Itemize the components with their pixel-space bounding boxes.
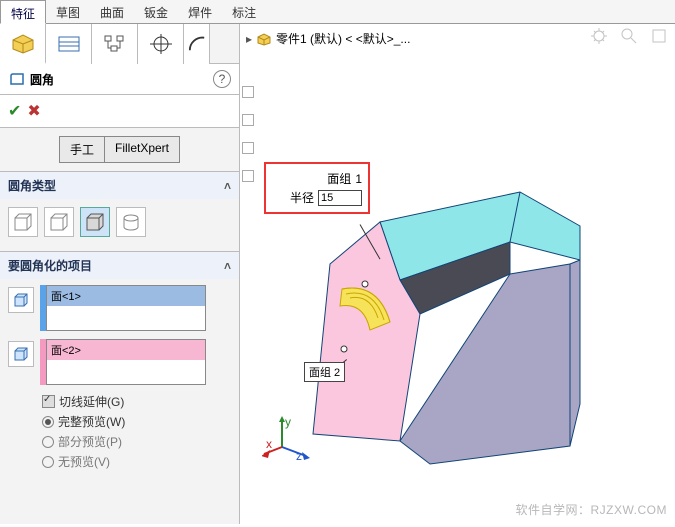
mode-row: 手工 FilletXpert — [0, 128, 239, 171]
opt-none-label: 无预览(V) — [58, 453, 110, 470]
arc-icon — [188, 33, 206, 55]
ribbon-tab-surface[interactable]: 曲面 — [90, 0, 134, 24]
feature-header: 圆角 ? — [0, 64, 239, 95]
fly-icon[interactable] — [242, 142, 254, 154]
radio-icon — [42, 436, 54, 448]
face-select-icon[interactable] — [8, 287, 34, 313]
watermark: 软件自学网：RJZXW.COM — [516, 501, 668, 518]
panel-tab-more[interactable] — [184, 24, 210, 64]
confirm-row: ✔ ✖ — [0, 95, 239, 128]
section-type-label: 圆角类型 — [8, 177, 56, 194]
selection-row-1: 面<1> — [8, 285, 231, 331]
property-panel: 圆角 ? ✔ ✖ 手工 FilletXpert 圆角类型 ˄ — [0, 24, 240, 524]
section-items-label: 要圆角化的项目 — [8, 257, 92, 274]
selection-list-1[interactable]: 面<1> — [46, 285, 206, 331]
type-constant[interactable] — [8, 207, 38, 237]
fly-icon[interactable] — [242, 114, 254, 126]
graphics-viewport[interactable]: ▸ 零件1 (默认) < <默认>_... — [240, 24, 675, 524]
panel-tab-feature[interactable] — [0, 24, 46, 64]
mode-manual[interactable]: 手工 — [59, 136, 104, 163]
list-icon — [55, 33, 83, 55]
breadcrumb[interactable]: ▸ 零件1 (默认) < <默认>_... — [246, 30, 410, 47]
cancel-button[interactable]: ✖ — [27, 101, 40, 121]
opt-full-label: 完整预览(W) — [58, 413, 125, 430]
preview-options: 切线延伸(G) 完整预览(W) 部分预览(P) 无预览(V) — [8, 393, 231, 470]
opt-partial-label: 部分预览(P) — [58, 433, 122, 450]
mode-xpert[interactable]: FilletXpert — [104, 136, 180, 163]
tree-icon — [101, 33, 129, 55]
svg-text:z: z — [296, 449, 302, 462]
ribbon-tab-sheetmetal[interactable]: 钣金 — [134, 0, 178, 24]
cube-icon — [9, 32, 37, 54]
opt-tangent[interactable]: 切线延伸(G) — [42, 393, 231, 410]
crosshair-icon — [147, 33, 175, 55]
fillet-icon — [8, 71, 26, 87]
fly-icon[interactable] — [242, 170, 254, 182]
ribbon-tabs: 特征 草图 曲面 钣金 焊件 标注 — [0, 0, 675, 24]
callout-group-value: 1 — [355, 172, 362, 186]
callout-group-label: 面组 — [327, 170, 351, 187]
search-icon[interactable] — [619, 26, 639, 46]
ribbon-tab-weldment[interactable]: 焊件 — [178, 0, 222, 24]
view-tools — [589, 26, 669, 46]
chevron-up-icon: ˄ — [224, 179, 231, 193]
section-items-head[interactable]: 要圆角化的项目 ˄ — [0, 252, 239, 279]
selected-face-2[interactable]: 面<2> — [47, 340, 205, 360]
ribbon-tab-feature[interactable]: 特征 — [0, 0, 46, 24]
section-items: 要圆角化的项目 ˄ 面<1> — [0, 251, 239, 483]
help-icon[interactable]: ? — [213, 70, 231, 88]
opt-tangent-label: 切线延伸(G) — [59, 393, 124, 410]
callout-radius-label: 半径 — [290, 189, 314, 206]
opt-partial[interactable]: 部分预览(P) — [42, 433, 231, 450]
ok-button[interactable]: ✔ — [8, 101, 21, 121]
face-select-icon[interactable] — [8, 341, 34, 367]
type-variable[interactable] — [44, 207, 74, 237]
section-type: 圆角类型 ˄ — [0, 171, 239, 251]
svg-text:y: y — [285, 415, 291, 429]
callout-radius-input[interactable] — [318, 190, 362, 206]
radio-icon — [42, 416, 54, 428]
face-group-tag[interactable]: 面组 2 — [304, 362, 345, 382]
checkbox-icon — [42, 395, 55, 408]
opt-none[interactable]: 无预览(V) — [42, 453, 231, 470]
breadcrumb-text: 零件1 (默认) < <默认>_... — [276, 30, 410, 47]
part-icon — [256, 32, 272, 46]
fillet-callout[interactable]: 面组 1 半径 — [264, 162, 370, 214]
view-sidebar-icons — [242, 86, 254, 182]
triad-axis-icon: y z x — [262, 412, 312, 462]
fillet-type-row — [8, 205, 231, 241]
chevron-up-icon: ˄ — [224, 259, 231, 273]
feature-title: 圆角 — [30, 71, 54, 88]
panel-tab-tree[interactable] — [92, 24, 138, 64]
selection-list-2[interactable]: 面<2> — [46, 339, 206, 385]
panel-tab-config[interactable] — [46, 24, 92, 64]
fly-icon[interactable] — [242, 86, 254, 98]
radio-icon — [42, 456, 54, 468]
expand-arrow-icon[interactable]: ▸ — [246, 32, 252, 46]
ribbon-tab-sketch[interactable]: 草图 — [46, 0, 90, 24]
section-type-head[interactable]: 圆角类型 ˄ — [0, 172, 239, 199]
svg-text:x: x — [266, 437, 272, 451]
type-face[interactable] — [80, 207, 110, 237]
panel-tab-strip — [0, 24, 239, 64]
panel-tab-target[interactable] — [138, 24, 184, 64]
selected-face-1[interactable]: 面<1> — [47, 286, 205, 306]
more-icon[interactable] — [649, 26, 669, 46]
selection-row-2: 面<2> — [8, 339, 231, 385]
type-full[interactable] — [116, 207, 146, 237]
ribbon-tab-annotate[interactable]: 标注 — [222, 0, 266, 24]
opt-full[interactable]: 完整预览(W) — [42, 413, 231, 430]
gear-icon[interactable] — [589, 26, 609, 46]
